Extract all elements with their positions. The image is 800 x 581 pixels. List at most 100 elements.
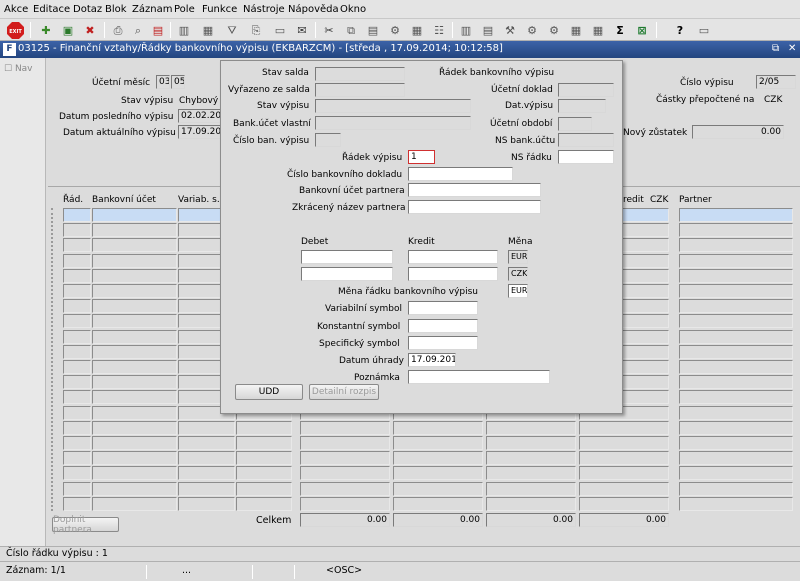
datum-posledniho-field[interactable]: 02.02.2005	[178, 109, 222, 123]
attachment-icon[interactable]: ▭	[272, 22, 288, 38]
debet-field-2[interactable]	[301, 267, 393, 281]
grid-cell[interactable]	[63, 436, 91, 450]
grid-cell[interactable]	[63, 254, 91, 268]
konstantni-field[interactable]	[408, 319, 478, 333]
grid-cell[interactable]	[679, 360, 793, 374]
grid-cell[interactable]	[679, 375, 793, 389]
grid-cell[interactable]	[236, 466, 292, 480]
excel-icon[interactable]: ⊠	[634, 22, 650, 38]
execute-icon[interactable]: ▦	[200, 22, 216, 38]
new-record-icon[interactable]: ▣	[60, 22, 76, 38]
datum-aktualniho-field[interactable]: 17.09.2014	[178, 125, 222, 139]
grid-cell[interactable]	[63, 314, 91, 328]
grid-cell[interactable]	[679, 330, 793, 344]
udd-button[interactable]: UDD	[235, 384, 303, 400]
grid-cell[interactable]	[63, 223, 91, 237]
mail-icon[interactable]: ✉	[294, 22, 310, 38]
grid-cell[interactable]	[63, 208, 91, 222]
delete-record-icon[interactable]: ✖	[82, 22, 98, 38]
grid-cell[interactable]	[92, 436, 177, 450]
grid-cell[interactable]	[393, 466, 483, 480]
cislo-ban-vypisu-field[interactable]	[315, 133, 341, 147]
cislo-vypisu-field[interactable]: 2/05	[756, 75, 796, 89]
save-icon[interactable]: ✚	[38, 22, 54, 38]
ucetni-doklad-field[interactable]	[558, 83, 614, 97]
list-icon[interactable]: ☷	[431, 22, 447, 38]
grid-cell[interactable]	[178, 466, 235, 480]
report-icon[interactable]: ▥	[458, 22, 474, 38]
grid-cell[interactable]	[63, 284, 91, 298]
grid-cell[interactable]	[92, 330, 177, 344]
grid-cell[interactable]	[679, 254, 793, 268]
grid-cell[interactable]	[92, 284, 177, 298]
grid-cell[interactable]	[486, 436, 576, 450]
grid-cell[interactable]	[236, 451, 292, 465]
grid-cell[interactable]	[579, 421, 669, 435]
total-kredit-czk[interactable]: 0.00	[579, 513, 669, 527]
grid-cell[interactable]	[236, 482, 292, 496]
grid-cell[interactable]	[393, 436, 483, 450]
novy-zustatek-field[interactable]: 0.00	[692, 125, 784, 139]
grid-cell[interactable]	[579, 482, 669, 496]
poznamka-field[interactable]	[408, 370, 550, 384]
mena-field-2[interactable]: CZK	[508, 267, 528, 281]
grid-cell[interactable]	[236, 421, 292, 435]
bank-ucet-vlastni-field[interactable]	[315, 116, 471, 130]
grid-cell[interactable]	[92, 238, 177, 252]
bank-ucet-partnera-field[interactable]	[408, 183, 541, 197]
grid-cell[interactable]	[63, 269, 91, 283]
menu-blok[interactable]: Blok	[105, 4, 127, 15]
debet-field-1[interactable]	[301, 250, 393, 264]
menu-dotaz[interactable]: Dotaz	[73, 4, 102, 15]
settings-icon[interactable]: ⚙	[524, 22, 540, 38]
grid-cell[interactable]	[300, 497, 390, 511]
grid-cell[interactable]	[486, 451, 576, 465]
grid-cell[interactable]	[236, 436, 292, 450]
ns-radku-field[interactable]	[558, 150, 614, 164]
total-debet[interactable]: 0.00	[300, 513, 390, 527]
detailni-rozpis-button[interactable]: Detailní rozpis	[309, 384, 379, 400]
grid-cell[interactable]	[92, 345, 177, 359]
popup-stav-vypisu-field[interactable]	[315, 99, 471, 113]
grid-cell[interactable]	[300, 451, 390, 465]
grid-cell[interactable]	[393, 482, 483, 496]
grid-cell[interactable]	[486, 482, 576, 496]
menu-pole[interactable]: Pole	[174, 4, 195, 15]
grid-cell[interactable]	[579, 466, 669, 480]
grid-cell[interactable]	[63, 299, 91, 313]
grid-cell[interactable]	[486, 466, 576, 480]
stav-salda-field[interactable]	[315, 67, 405, 81]
grid-icon[interactable]: ▦	[568, 22, 584, 38]
grid-cell[interactable]	[92, 406, 177, 420]
menu-funkce[interactable]: Funkce	[202, 4, 237, 15]
grid-cell[interactable]	[92, 208, 177, 222]
dat-vypisu-field[interactable]	[558, 99, 606, 113]
grid-cell[interactable]	[63, 238, 91, 252]
grid-cell[interactable]	[63, 421, 91, 435]
sigma-icon[interactable]: Σ	[612, 22, 628, 38]
grid-cell[interactable]	[679, 497, 793, 511]
grid-cell[interactable]	[92, 390, 177, 404]
document-icon[interactable]: ▤	[480, 22, 496, 38]
grid-cell[interactable]	[679, 208, 793, 222]
grid-cell[interactable]	[679, 466, 793, 480]
options-icon[interactable]: ⚙	[546, 22, 562, 38]
menu-napoveda[interactable]: Nápověda	[288, 4, 339, 15]
grid-cell[interactable]	[486, 421, 576, 435]
grid-cell[interactable]	[579, 436, 669, 450]
grid-cell[interactable]	[236, 497, 292, 511]
grid-cell[interactable]	[393, 451, 483, 465]
close-icon[interactable]: ✕	[788, 43, 796, 54]
mena-radku-field[interactable]: EUR	[508, 284, 528, 298]
grid-cell[interactable]	[92, 421, 177, 435]
vyrazeno-field[interactable]	[315, 83, 405, 97]
grid-cell[interactable]	[63, 375, 91, 389]
filter-icon[interactable]: ⛛	[224, 22, 240, 38]
kredit-field-2[interactable]	[408, 267, 498, 281]
grid-cell[interactable]	[92, 375, 177, 389]
grid-cell[interactable]	[63, 360, 91, 374]
grid-cell[interactable]	[679, 436, 793, 450]
calendar-icon[interactable]: ▦	[409, 22, 425, 38]
grid-cell[interactable]	[300, 466, 390, 480]
grid-cell[interactable]	[92, 223, 177, 237]
